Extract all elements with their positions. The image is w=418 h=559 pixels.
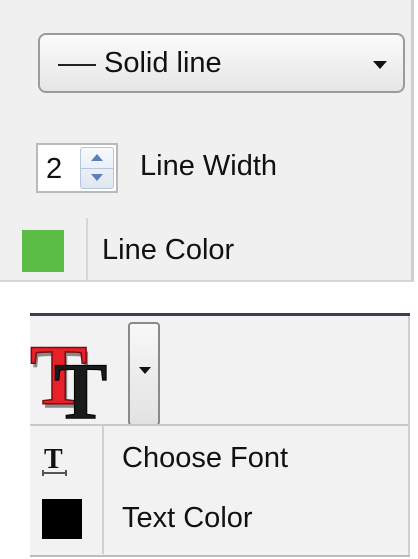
- menu-bottom-border: [30, 555, 410, 557]
- line-settings-panel: Solid line 2 Line Width Line Color: [0, 0, 414, 282]
- svg-text:T: T: [44, 444, 63, 475]
- line-width-label: Line Width: [140, 150, 278, 182]
- svg-text:T: T: [54, 348, 107, 426]
- line-color-label[interactable]: Line Color: [102, 234, 234, 267]
- text-format-dropdown-button[interactable]: [128, 322, 160, 426]
- dropdown-arrow-icon: [139, 367, 151, 374]
- menu-item-label: Text Color: [122, 502, 253, 534]
- spin-up-button[interactable]: [81, 148, 113, 169]
- line-style-dropdown[interactable]: Solid line: [38, 33, 405, 93]
- divider: [86, 218, 88, 280]
- menu-icon-column-divider: [102, 426, 104, 554]
- text-format-split-button: T T T: [29, 322, 162, 437]
- line-width-value[interactable]: 2: [46, 153, 62, 186]
- dropdown-arrow-icon: [373, 61, 387, 69]
- line-style-label: Solid line: [104, 47, 222, 79]
- line-width-stepper[interactable]: 2: [36, 143, 118, 193]
- spin-up-icon: [91, 154, 103, 161]
- spin-down-button[interactable]: [81, 168, 113, 188]
- text-format-icon: T T T: [29, 326, 108, 436]
- font-icon: T: [42, 444, 67, 476]
- spin-down-icon: [91, 174, 103, 181]
- solid-line-icon: [58, 64, 96, 66]
- line-color-swatch[interactable]: [22, 230, 64, 272]
- color-swatch-icon: [42, 499, 82, 539]
- text-format-button[interactable]: T T T: [29, 322, 126, 436]
- spin-buttons: [80, 147, 114, 189]
- menu-separator: [30, 424, 408, 426]
- menu-item-label: Choose Font: [122, 442, 289, 474]
- text-format-menu: T T T T Choose Font Text Color: [29, 316, 410, 557]
